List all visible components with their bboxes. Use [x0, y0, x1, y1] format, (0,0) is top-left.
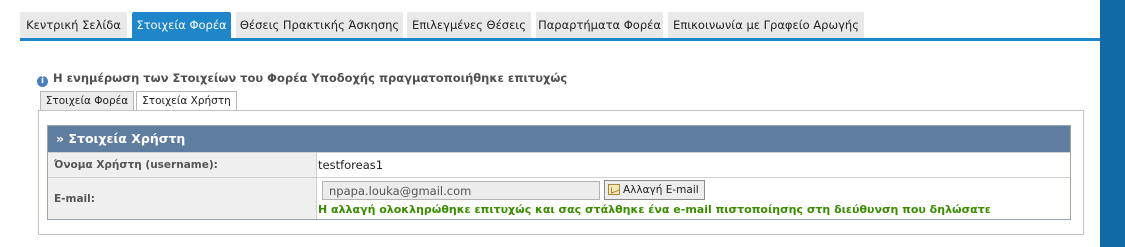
section-header: » Στοιχεία Χρήστη	[48, 126, 1070, 152]
user-details-box: » Στοιχεία Χρήστη Όνομα Χρήστη (username…	[47, 125, 1071, 220]
tab-organization-details[interactable]: Στοιχεία Φορέα	[132, 12, 231, 38]
username-value: testforeas1	[318, 158, 384, 172]
email-label: E-mail:	[48, 178, 317, 219]
tab-home[interactable]: Κεντρική Σελίδα	[20, 12, 127, 38]
tab-internship-positions[interactable]: Θέσεις Πρακτικής Άσκησης	[236, 12, 403, 38]
main-content: i Η ενημέρωση των Στοιχείων του Φορέα Υπο…	[20, 41, 1100, 247]
email-row: E-mail: Αλλαγή E-mail Η αλλαγή ολοκληρώθ…	[48, 177, 1070, 219]
subtab-organization-details[interactable]: Στοιχεία Φορέα	[40, 91, 134, 111]
info-icon: i	[37, 76, 48, 87]
change-email-label: Αλλαγή E-mail	[623, 184, 699, 196]
subtab-user-details[interactable]: Στοιχεία Χρήστη	[136, 91, 237, 112]
change-email-button[interactable]: Αλλαγή E-mail	[604, 180, 705, 200]
notice-text: Η ενημέρωση των Στοιχείων του Φορέα Υποδ…	[53, 71, 568, 85]
tab-organization-branches[interactable]: Παραρτήματα Φορέα	[536, 12, 663, 38]
tab-panel: » Στοιχεία Χρήστη Όνομα Χρήστη (username…	[38, 110, 1084, 235]
username-row: Όνομα Χρήστη (username): testforeas1	[48, 152, 1070, 177]
top-navigation: Κεντρική Σελίδα Στοιχεία Φορέα Θέσεις Πρ…	[0, 0, 1100, 41]
tab-contact-helpdesk[interactable]: Επικοινωνία με Γραφείο Αρωγής	[668, 12, 864, 38]
tab-selected-positions[interactable]: Επιλεγμένες Θέσεις	[407, 12, 531, 38]
username-label: Όνομα Χρήστη (username):	[48, 153, 317, 177]
email-field[interactable]	[322, 181, 600, 200]
edit-icon	[608, 184, 620, 195]
page: Κεντρική Σελίδα Στοιχεία Φορέα Θέσεις Πρ…	[0, 0, 1100, 247]
email-success-message: Η αλλαγή ολοκληρώθηκε επιτυχώς και σας σ…	[318, 203, 991, 216]
success-notice: i Η ενημέρωση των Στοιχείων του Φορέα Υπο…	[37, 70, 568, 87]
